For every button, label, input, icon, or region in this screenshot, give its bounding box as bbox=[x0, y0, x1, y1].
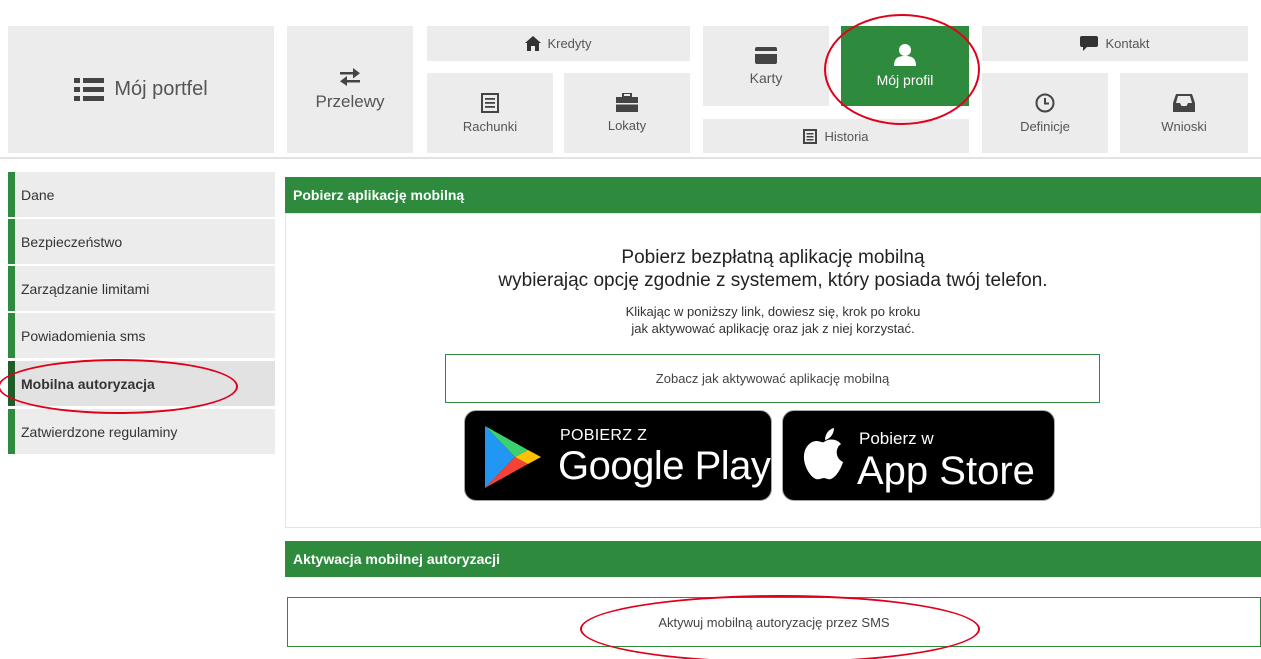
history-doc-icon bbox=[803, 128, 818, 144]
google-play-big-label: Google Play bbox=[558, 444, 771, 488]
nav-moj-profil[interactable]: Mój profil bbox=[841, 26, 969, 106]
download-heading-line2: wybierając opcję zgodnie z systemem, któ… bbox=[498, 270, 1048, 291]
clock-icon bbox=[1035, 93, 1055, 112]
download-info-line1: Klikając w poniższy link, dowiesz się, k… bbox=[625, 304, 921, 319]
nav-lokaty-label: Lokaty bbox=[607, 118, 647, 133]
user-icon bbox=[894, 44, 916, 66]
briefcase-icon bbox=[616, 93, 638, 112]
apple-icon bbox=[803, 428, 843, 480]
nav-definicje[interactable]: Definicje bbox=[982, 73, 1108, 153]
home-icon bbox=[525, 36, 542, 51]
google-play-small-label: POBIERZ Z bbox=[560, 427, 648, 444]
nav-moj-portfel-label: Mój portfel bbox=[114, 78, 208, 100]
nav-rachunki-label: Rachunki bbox=[462, 118, 518, 134]
nav-historia-label: Historia bbox=[824, 128, 869, 144]
activate-sms-button-label: Aktywuj mobilną autoryzację przez SMS bbox=[658, 614, 890, 630]
nav-wnioski-label: Wnioski bbox=[1161, 118, 1207, 134]
nav-moj-portfel[interactable]: Mój portfel bbox=[8, 26, 274, 153]
list-icon bbox=[74, 77, 105, 101]
activation-guide-link[interactable]: Zobacz jak aktywować aplikację mobilną bbox=[445, 354, 1100, 403]
download-info-line2: jak aktywować aplikację oraz jak z niej … bbox=[631, 321, 915, 336]
nav-karty[interactable]: Karty bbox=[703, 26, 829, 106]
sidebar-item-mobilna-autoryzacja[interactable]: Mobilna autoryzacja bbox=[8, 361, 275, 406]
google-play-button[interactable]: POBIERZ Z Google Play bbox=[464, 410, 772, 501]
sidebar-item-label: Dane bbox=[21, 186, 55, 203]
download-info: Klikając w poniższy link, dowiesz się, k… bbox=[285, 303, 1261, 337]
account-doc-icon bbox=[481, 92, 499, 113]
nav-definicje-label: Definicje bbox=[1020, 118, 1070, 134]
nav-lokaty[interactable]: Lokaty bbox=[564, 73, 690, 153]
nav-kredyty[interactable]: Kredyty bbox=[427, 26, 690, 61]
sidebar-item-label: Zarządzanie limitami bbox=[21, 280, 150, 297]
sidebar-item-label: Bezpieczeństwo bbox=[21, 233, 123, 250]
activation-panel-title: Aktywacja mobilnej autoryzacji bbox=[293, 551, 500, 567]
credit-card-icon bbox=[755, 46, 777, 64]
sidebar-item-label: Mobilna autoryzacja bbox=[21, 375, 155, 392]
sidebar-item-dane[interactable]: Dane bbox=[8, 172, 275, 217]
download-panel-header: Pobierz aplikację mobilną bbox=[285, 177, 1261, 213]
sidebar-item-zatwierdzone-regulaminy[interactable]: Zatwierdzone regulaminy bbox=[8, 409, 275, 454]
download-heading: Pobierz bezpłatną aplikację mobilną wybi… bbox=[285, 246, 1261, 292]
google-play-icon bbox=[485, 426, 541, 488]
nav-divider bbox=[0, 157, 1261, 159]
download-heading-line1: Pobierz bezpłatną aplikację mobilną bbox=[621, 247, 925, 268]
activation-panel-header: Aktywacja mobilnej autoryzacji bbox=[285, 541, 1261, 577]
sidebar-item-powiadomienia-sms[interactable]: Powiadomienia sms bbox=[8, 313, 275, 358]
sidebar-item-label: Zatwierdzone regulaminy bbox=[21, 423, 178, 440]
download-panel-title: Pobierz aplikację mobilną bbox=[293, 187, 465, 203]
nav-moj-profil-label: Mój profil bbox=[876, 72, 934, 88]
activate-sms-button[interactable]: Aktywuj mobilną autoryzację przez SMS bbox=[287, 597, 1261, 647]
inbox-icon bbox=[1173, 93, 1195, 112]
sidebar-item-zarzadzanie-limitami[interactable]: Zarządzanie limitami bbox=[8, 266, 275, 311]
nav-historia[interactable]: Historia bbox=[703, 119, 969, 153]
nav-przelewy[interactable]: Przelewy bbox=[287, 26, 413, 153]
nav-przelewy-label: Przelewy bbox=[315, 91, 385, 111]
nav-wnioski[interactable]: Wnioski bbox=[1120, 73, 1248, 153]
app-store-big-label: App Store bbox=[857, 449, 1035, 493]
transfer-arrows-icon bbox=[340, 67, 360, 86]
nav-kontakt-label: Kontakt bbox=[1105, 36, 1150, 51]
chat-bubble-icon bbox=[1080, 36, 1099, 51]
nav-kredyty-label: Kredyty bbox=[547, 36, 592, 51]
activation-guide-link-label: Zobacz jak aktywować aplikację mobilną bbox=[655, 371, 890, 386]
nav-rachunki[interactable]: Rachunki bbox=[427, 73, 553, 153]
sidebar-item-bezpieczenstwo[interactable]: Bezpieczeństwo bbox=[8, 219, 275, 264]
nav-kontakt[interactable]: Kontakt bbox=[982, 26, 1248, 61]
sidebar-item-label: Powiadomienia sms bbox=[21, 327, 146, 344]
nav-karty-label: Karty bbox=[749, 69, 783, 86]
app-store-button[interactable]: Pobierz w App Store bbox=[782, 410, 1055, 501]
app-store-small-label: Pobierz w bbox=[859, 429, 934, 448]
